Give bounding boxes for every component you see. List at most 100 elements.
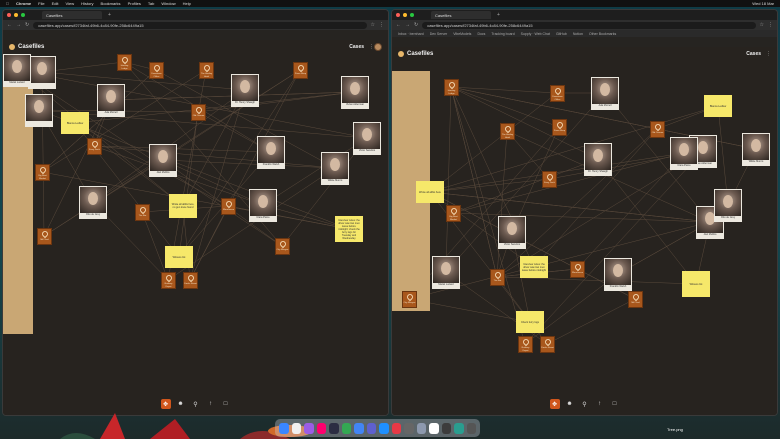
bookmark-item[interactable]: Inbox · bernhard bbox=[398, 32, 424, 36]
trash-icon[interactable] bbox=[466, 422, 476, 434]
location-card[interactable]: Big Boat Market bbox=[446, 205, 461, 222]
sticky-note[interactable]: Witness list bbox=[165, 246, 193, 268]
location-card[interactable]: Warehouse bbox=[221, 198, 236, 215]
person-tool-button[interactable]: ☻ bbox=[565, 399, 575, 409]
person-card[interactable]: Clara Pietre bbox=[670, 137, 698, 170]
evidence-board[interactable]: Ada Morrell Dr. Henry Shaugh Vivian Alderm… bbox=[3, 54, 388, 415]
connection-line[interactable] bbox=[93, 145, 336, 169]
location-card[interactable]: The Bar bbox=[135, 204, 150, 221]
location-card[interactable]: Pawn Shop bbox=[552, 119, 567, 136]
person-card[interactable]: Franklin Walsh bbox=[604, 258, 632, 291]
bookmark-item[interactable]: GitHub bbox=[556, 32, 567, 36]
minimize-window-button[interactable] bbox=[14, 13, 18, 17]
menu-history[interactable]: History bbox=[81, 1, 93, 6]
close-window-button[interactable] bbox=[7, 13, 11, 17]
person-card[interactable]: Mariel Lazard bbox=[3, 54, 31, 87]
github-icon[interactable] bbox=[329, 422, 339, 434]
location-card[interactable]: Downtown Office bbox=[149, 62, 164, 79]
person-card[interactable] bbox=[28, 56, 56, 89]
menu-window[interactable]: Window bbox=[161, 1, 175, 6]
menu-view[interactable]: View bbox=[65, 1, 74, 6]
location-card[interactable]: Mill Yard bbox=[37, 228, 52, 245]
sticky-note[interactable]: Interview notes: the driver saw two men … bbox=[520, 256, 548, 278]
calendar-icon[interactable] bbox=[291, 422, 301, 434]
files-icon[interactable] bbox=[454, 422, 464, 434]
bookmark-item[interactable]: Notion bbox=[573, 32, 583, 36]
chrome-icon[interactable] bbox=[341, 422, 351, 434]
location-card[interactable]: Ferry Dock bbox=[542, 171, 557, 188]
forward-icon[interactable]: → bbox=[405, 22, 410, 28]
forward-icon[interactable]: → bbox=[16, 22, 21, 28]
sticky-note[interactable]: Wrote all alibis here bbox=[416, 181, 444, 203]
location-card[interactable]: Big Boat Market bbox=[35, 164, 50, 181]
menu-profiles[interactable]: Profiles bbox=[128, 1, 141, 6]
bookmark-star-icon[interactable]: ☆ bbox=[760, 22, 764, 28]
bookmark-item[interactable]: Dev Server bbox=[430, 32, 448, 36]
sticky-note[interactable]: Blanca Ledlow bbox=[61, 112, 89, 134]
location-card[interactable]: City Morgue bbox=[402, 291, 417, 308]
tab-casefiles[interactable]: Casefiles bbox=[431, 11, 491, 19]
person-card[interactable]: Otto de Grey bbox=[714, 189, 742, 222]
apple-icon[interactable]:  bbox=[6, 1, 9, 6]
vscode-icon[interactable] bbox=[354, 422, 364, 434]
menu-bookmarks[interactable]: Bookmarks bbox=[101, 1, 121, 6]
location-card[interactable]: City Morgue bbox=[275, 238, 290, 255]
new-tab-icon[interactable]: + bbox=[108, 12, 111, 18]
new-tab-icon[interactable]: + bbox=[497, 12, 500, 18]
location-card[interactable]: Railway Depot bbox=[161, 272, 176, 289]
connection-line[interactable] bbox=[93, 145, 272, 153]
url-field[interactable]: casefiles.app/cases/f2734faf-49b6-4c84-9… bbox=[422, 21, 756, 29]
location-card[interactable]: Docks Street bbox=[183, 272, 198, 289]
header-menu-icon[interactable]: ⋮ bbox=[766, 51, 771, 57]
person-card[interactable]: Clara Pietre bbox=[249, 189, 277, 222]
sticky-note[interactable]: Blanca Ledlow bbox=[704, 95, 732, 117]
location-card[interactable]: Pawn Shop bbox=[293, 62, 308, 79]
person-card[interactable]: Ada Morrell bbox=[97, 84, 125, 117]
minimize-window-button[interactable] bbox=[403, 13, 407, 17]
move-tool-button[interactable]: ✥ bbox=[549, 399, 560, 409]
bookmark-item[interactable]: VibeModels bbox=[453, 32, 471, 36]
photos-icon[interactable] bbox=[391, 422, 401, 434]
location-card[interactable]: Hunting Lodge bbox=[117, 54, 132, 71]
location-card[interactable]: Docks Street bbox=[540, 336, 555, 353]
location-card[interactable]: Downtown Office bbox=[550, 85, 565, 102]
connection-line[interactable] bbox=[445, 86, 452, 273]
menu-tab[interactable]: Tab bbox=[148, 1, 154, 6]
terminal-icon[interactable] bbox=[379, 422, 389, 434]
location-card[interactable]: The Bar bbox=[490, 269, 505, 286]
connection-line[interactable] bbox=[197, 91, 356, 113]
notes-icon[interactable] bbox=[304, 422, 314, 434]
activity-icon[interactable] bbox=[441, 422, 451, 434]
back-icon[interactable]: ← bbox=[396, 22, 401, 28]
sticky-note[interactable]: Interview notes: the driver saw two men … bbox=[335, 216, 363, 242]
location-card[interactable]: Warehouse bbox=[570, 261, 585, 278]
connection-line[interactable] bbox=[429, 178, 550, 193]
back-icon[interactable]: ← bbox=[7, 22, 12, 28]
evidence-board[interactable]: Ada Morrell Dr. Henry Shaugh Vivian Alderm… bbox=[392, 61, 777, 415]
bookmark-item[interactable]: Supply · Web Chat bbox=[521, 32, 550, 36]
person-card[interactable]: Franklin Walsh bbox=[257, 136, 285, 169]
location-card[interactable]: Old Cinema bbox=[650, 121, 665, 138]
sticky-note[interactable]: Wrote all alibis here, no gun trace foun… bbox=[169, 194, 197, 218]
person-card[interactable]: Dr. Henry Shaugh bbox=[231, 74, 259, 107]
location-card[interactable]: Hunting Lodge bbox=[444, 79, 459, 96]
user-avatar[interactable] bbox=[374, 43, 382, 51]
person-card[interactable]: Victor Sandros bbox=[498, 216, 526, 249]
person-card[interactable]: Vivian Alderman bbox=[341, 76, 369, 109]
bookmark-item[interactable]: Tracking board bbox=[491, 32, 514, 36]
more-menu-icon[interactable]: ⋮ bbox=[768, 22, 773, 28]
location-tool-button[interactable]: ⚲ bbox=[580, 399, 590, 409]
bookmark-item[interactable]: Docs bbox=[477, 32, 485, 36]
sticky-note[interactable]: Check ferry logs bbox=[516, 311, 544, 333]
slack-icon[interactable] bbox=[366, 422, 376, 434]
zoom-window-button[interactable] bbox=[21, 13, 25, 17]
menu-app-name[interactable]: Chrome bbox=[16, 1, 31, 6]
note-tool-button[interactable]: □ bbox=[610, 399, 620, 409]
url-field[interactable]: casefiles.app/cases/f2734faf-49b6-4c84-9… bbox=[33, 21, 367, 29]
location-card[interactable]: The Hartley Hotel bbox=[199, 62, 214, 79]
cases-link[interactable]: Cases bbox=[349, 44, 364, 50]
person-card[interactable]: Wilkie Munro bbox=[742, 133, 770, 166]
cases-link[interactable]: Cases bbox=[746, 51, 761, 57]
menu-file[interactable]: File bbox=[38, 1, 44, 6]
connection-line[interactable] bbox=[496, 128, 658, 278]
